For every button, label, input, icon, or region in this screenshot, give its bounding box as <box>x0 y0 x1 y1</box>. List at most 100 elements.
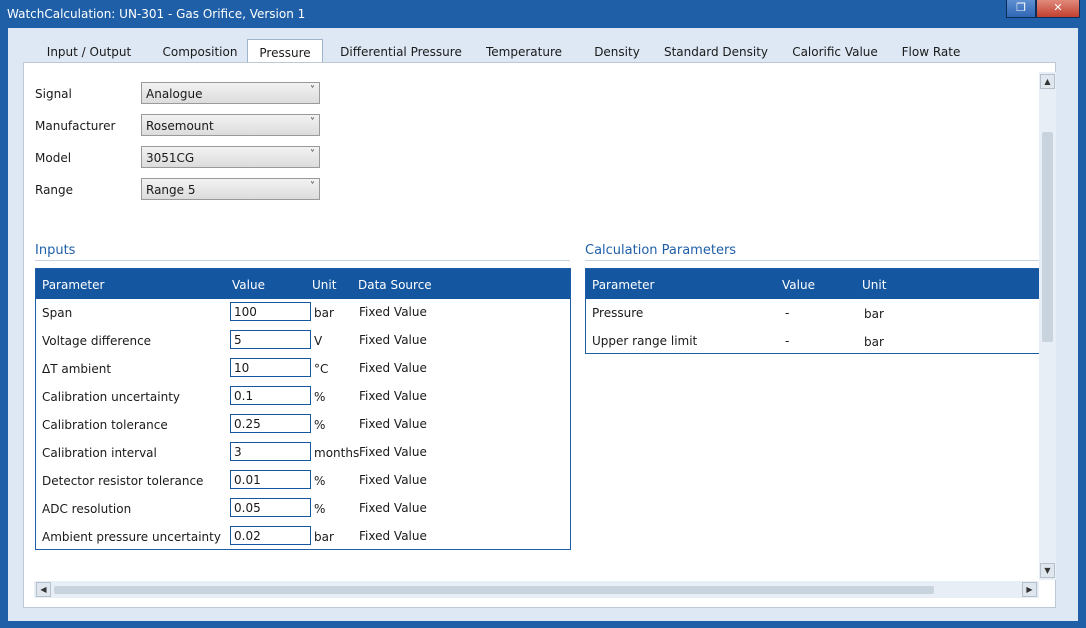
row-parameter: ΔT ambient <box>42 362 112 376</box>
scroll-up-button[interactable]: ▲ <box>1040 74 1055 89</box>
delta-t-ambient-input[interactable] <box>230 358 311 377</box>
tab-flow-rate[interactable]: Flow Rate <box>896 41 966 63</box>
restore-button[interactable]: ❐ <box>1006 0 1036 18</box>
manufacturer-dropdown[interactable]: Rosemount ˅ <box>141 114 320 136</box>
inputs-title: Inputs <box>35 243 76 258</box>
ambient-pressure-uncertainty-input[interactable] <box>230 526 311 545</box>
row-data-source: Fixed Value <box>359 501 427 515</box>
inputs-grid-header: Parameter Value Unit Data Source <box>36 269 570 299</box>
row-unit: % <box>314 502 326 516</box>
row-data-source: Fixed Value <box>359 305 427 319</box>
chevron-down-icon: ˅ <box>310 149 315 160</box>
range-dropdown[interactable]: Range 5 ˅ <box>141 178 320 200</box>
tab-composition[interactable]: Composition <box>154 41 246 63</box>
calibration-interval-input[interactable] <box>230 442 311 461</box>
inputs-divider <box>35 260 570 261</box>
col-parameter: Parameter <box>592 278 655 292</box>
title-bar[interactable]: WatchCalculation: UN-301 - Gas Orifice, … <box>0 0 1086 28</box>
table-row: Calibration uncertainty % Fixed Value <box>36 383 570 411</box>
row-unit: % <box>314 418 326 432</box>
row-parameter: Upper range limit <box>592 334 698 348</box>
row-parameter: Calibration uncertainty <box>42 390 181 404</box>
scroll-up-icon: ▲ <box>1044 77 1051 86</box>
restore-icon: ❐ <box>1016 1 1026 14</box>
col-unit: Unit <box>862 278 887 292</box>
col-value: Value <box>232 278 265 292</box>
row-unit: bar <box>314 306 334 320</box>
table-row: Upper range limit - bar <box>586 327 1041 355</box>
scroll-down-icon: ▼ <box>1044 566 1051 575</box>
signal-label: Signal <box>35 87 72 101</box>
model-value: 3051CG <box>146 151 195 165</box>
row-data-source: Fixed Value <box>359 333 427 347</box>
row-parameter: Detector resistor tolerance <box>42 474 204 488</box>
table-row: ADC resolution % Fixed Value <box>36 495 570 523</box>
adc-resolution-input[interactable] <box>230 498 311 517</box>
scroll-down-button[interactable]: ▼ <box>1040 563 1055 578</box>
row-parameter: Span <box>42 306 73 320</box>
calibration-tolerance-input[interactable] <box>230 414 311 433</box>
col-unit: Unit <box>312 278 337 292</box>
voltage-difference-input[interactable] <box>230 330 311 349</box>
vertical-scrollbar[interactable]: ▲ ▼ <box>1039 72 1056 580</box>
col-value: Value <box>782 278 815 292</box>
row-data-source: Fixed Value <box>359 473 427 487</box>
calibration-uncertainty-input[interactable] <box>230 386 311 405</box>
manufacturer-value: Rosemount <box>146 119 214 133</box>
row-parameter: Pressure <box>592 306 644 320</box>
row-value: - <box>785 334 790 348</box>
model-label: Model <box>35 151 72 165</box>
chevron-down-icon: ˅ <box>310 117 315 128</box>
calc-params-title: Calculation Parameters <box>585 243 737 258</box>
close-icon: ✕ <box>1053 1 1063 14</box>
close-button[interactable]: ✕ <box>1036 0 1080 18</box>
row-unit: months <box>314 446 360 460</box>
window-title: WatchCalculation: UN-301 - Gas Orifice, … <box>7 7 306 21</box>
app-window: WatchCalculation: UN-301 - Gas Orifice, … <box>0 0 1086 628</box>
row-data-source: Fixed Value <box>359 389 427 403</box>
range-label: Range <box>35 183 74 197</box>
row-data-source: Fixed Value <box>359 445 427 459</box>
table-row: Calibration interval months Fixed Value <box>36 439 570 467</box>
calc-params-divider <box>585 260 1039 261</box>
row-value: - <box>785 306 790 320</box>
table-row: Detector resistor tolerance % Fixed Valu… <box>36 467 570 495</box>
row-unit: bar <box>864 307 884 321</box>
detector-resistor-tolerance-input[interactable] <box>230 470 311 489</box>
row-data-source: Fixed Value <box>359 417 427 431</box>
calc-params-grid: Parameter Value Unit Pressure - bar Uppe… <box>585 268 1041 354</box>
chevron-down-icon: ˅ <box>310 85 315 96</box>
row-unit: bar <box>314 530 334 544</box>
row-unit: % <box>314 390 326 404</box>
tab-density[interactable]: Density <box>582 41 652 63</box>
vertical-scroll-thumb[interactable] <box>1042 132 1053 342</box>
row-parameter: Ambient pressure uncertainty <box>42 530 221 544</box>
col-data-source: Data Source <box>358 278 432 292</box>
tab-calorific-value[interactable]: Calorific Value <box>783 41 887 63</box>
tab-temperature[interactable]: Temperature <box>478 41 570 63</box>
scroll-right-button[interactable]: ▶ <box>1022 582 1037 597</box>
row-data-source: Fixed Value <box>359 529 427 543</box>
table-row: Calibration tolerance % Fixed Value <box>36 411 570 439</box>
horizontal-scroll-thumb[interactable] <box>54 586 934 594</box>
horizontal-scrollbar[interactable]: ◀ ▶ <box>34 581 1039 598</box>
tab-input-output[interactable]: Input / Output <box>38 41 140 63</box>
row-data-source: Fixed Value <box>359 361 427 375</box>
row-parameter: Voltage difference <box>42 334 152 348</box>
tab-differential-pressure[interactable]: Differential Pressure <box>336 41 466 63</box>
tab-standard-density[interactable]: Standard Density <box>660 41 772 63</box>
scroll-left-button[interactable]: ◀ <box>36 582 51 597</box>
row-unit: % <box>314 474 326 488</box>
inputs-grid: Parameter Value Unit Data Source Span ba… <box>35 268 571 550</box>
table-row: Ambient pressure uncertainty bar Fixed V… <box>36 523 570 551</box>
signal-dropdown[interactable]: Analogue ˅ <box>141 82 320 104</box>
pressure-panel: Signal Analogue ˅ Manufacturer Rosemount… <box>23 62 1056 608</box>
row-parameter: ADC resolution <box>42 502 132 516</box>
row-unit: °C <box>314 362 329 376</box>
span-value-input[interactable] <box>230 302 311 321</box>
model-dropdown[interactable]: 3051CG ˅ <box>141 146 320 168</box>
range-value: Range 5 <box>146 183 196 197</box>
table-row: ΔT ambient °C Fixed Value <box>36 355 570 383</box>
table-row: Pressure - bar <box>586 299 1041 327</box>
row-parameter: Calibration tolerance <box>42 418 168 432</box>
